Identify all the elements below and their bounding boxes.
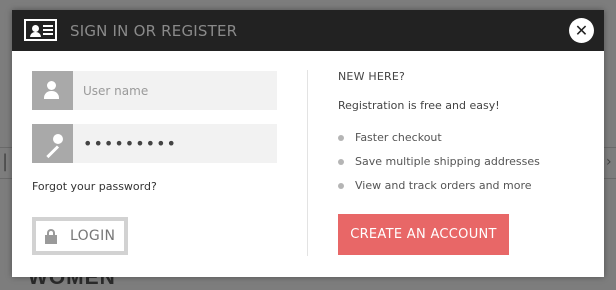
password-input[interactable]: [73, 124, 277, 163]
bullet-icon: [338, 159, 344, 165]
password-field: [32, 124, 277, 163]
close-button[interactable]: ✕: [569, 18, 594, 43]
sign-in-modal: SIGN IN OR REGISTER ✕ Forgot your passwo…: [12, 10, 604, 277]
login-button-label: LOGIN: [70, 228, 116, 244]
username-field: [32, 71, 277, 110]
modal-title: SIGN IN OR REGISTER: [70, 22, 238, 40]
background-left-arrow-icon: |: [2, 151, 9, 172]
user-icon: [32, 71, 73, 110]
benefits-list: Faster checkout Save multiple shipping a…: [338, 130, 540, 202]
close-icon: ✕: [574, 21, 589, 40]
register-heading: NEW HERE?: [338, 70, 406, 83]
list-item: Faster checkout: [338, 130, 540, 154]
username-input[interactable]: [73, 71, 277, 110]
key-icon: [32, 124, 73, 163]
create-account-button[interactable]: CREATE AN ACCOUNT: [338, 214, 509, 255]
background-right-arrow-icon: ›: [606, 154, 612, 170]
forgot-password-link[interactable]: Forgot your password?: [32, 180, 157, 193]
id-card-icon: [24, 19, 57, 41]
list-item: View and track orders and more: [338, 178, 540, 202]
bullet-icon: [338, 135, 344, 141]
modal-header: SIGN IN OR REGISTER ✕: [12, 10, 604, 51]
register-subtitle: Registration is free and easy!: [338, 99, 500, 112]
bullet-icon: [338, 183, 344, 189]
column-divider: [307, 70, 308, 256]
login-button[interactable]: LOGIN: [32, 217, 128, 255]
list-item: Save multiple shipping addresses: [338, 154, 540, 178]
lock-icon: [45, 229, 57, 244]
